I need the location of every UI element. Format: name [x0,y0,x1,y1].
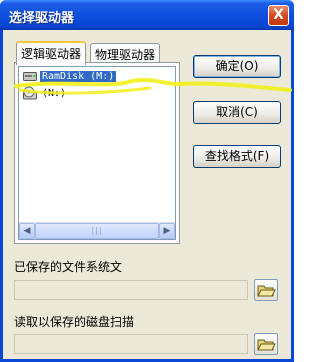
drive-list[interactable]: RamDisk (M:) (N:) ◀ ||| ▶ [18,66,176,240]
saved-fs-label: 已保存的文件系统文 [14,260,123,274]
open-folder-icon [257,339,276,351]
find-format-button[interactable]: 查找格式(F) [193,145,281,168]
list-item-ramdisk[interactable]: RamDisk (M:) [23,68,117,84]
ok-button[interactable]: 确定(O) [193,55,281,78]
tab-logical-drives[interactable]: 逻辑驱动器 [16,41,87,65]
tab-label: 物理驱动器 [95,48,156,62]
drive-label: RamDisk (M:) [40,70,117,82]
close-icon[interactable]: X [268,5,289,26]
saved-scan-field [14,334,248,354]
dialog-title: 选择驱动器 [9,11,75,26]
saved-fs-field [14,280,248,300]
cd-icon [23,86,37,100]
drive-label: (N:) [42,87,67,99]
cancel-button[interactable]: 取消(C) [193,101,281,124]
saved-scan-label: 读取以保存的磁盘扫描 [14,315,135,329]
scroll-thumb[interactable]: ||| [35,223,159,239]
horizontal-scrollbar[interactable]: ◀ ||| ▶ [19,222,175,239]
tab-label: 逻辑驱动器 [21,47,82,61]
scroll-left-icon[interactable]: ◀ [19,223,35,239]
saved-scan-browse-button[interactable] [254,333,278,355]
scroll-right-icon[interactable]: ▶ [159,223,175,239]
drive-icon [23,71,37,81]
title-bar: 选择驱动器 X [0,0,294,30]
open-folder-icon [257,285,276,297]
list-item-n-drive[interactable]: (N:) [23,85,68,101]
saved-fs-browse-button[interactable] [254,279,278,301]
tab-physical-drives[interactable]: 物理驱动器 [90,43,161,63]
